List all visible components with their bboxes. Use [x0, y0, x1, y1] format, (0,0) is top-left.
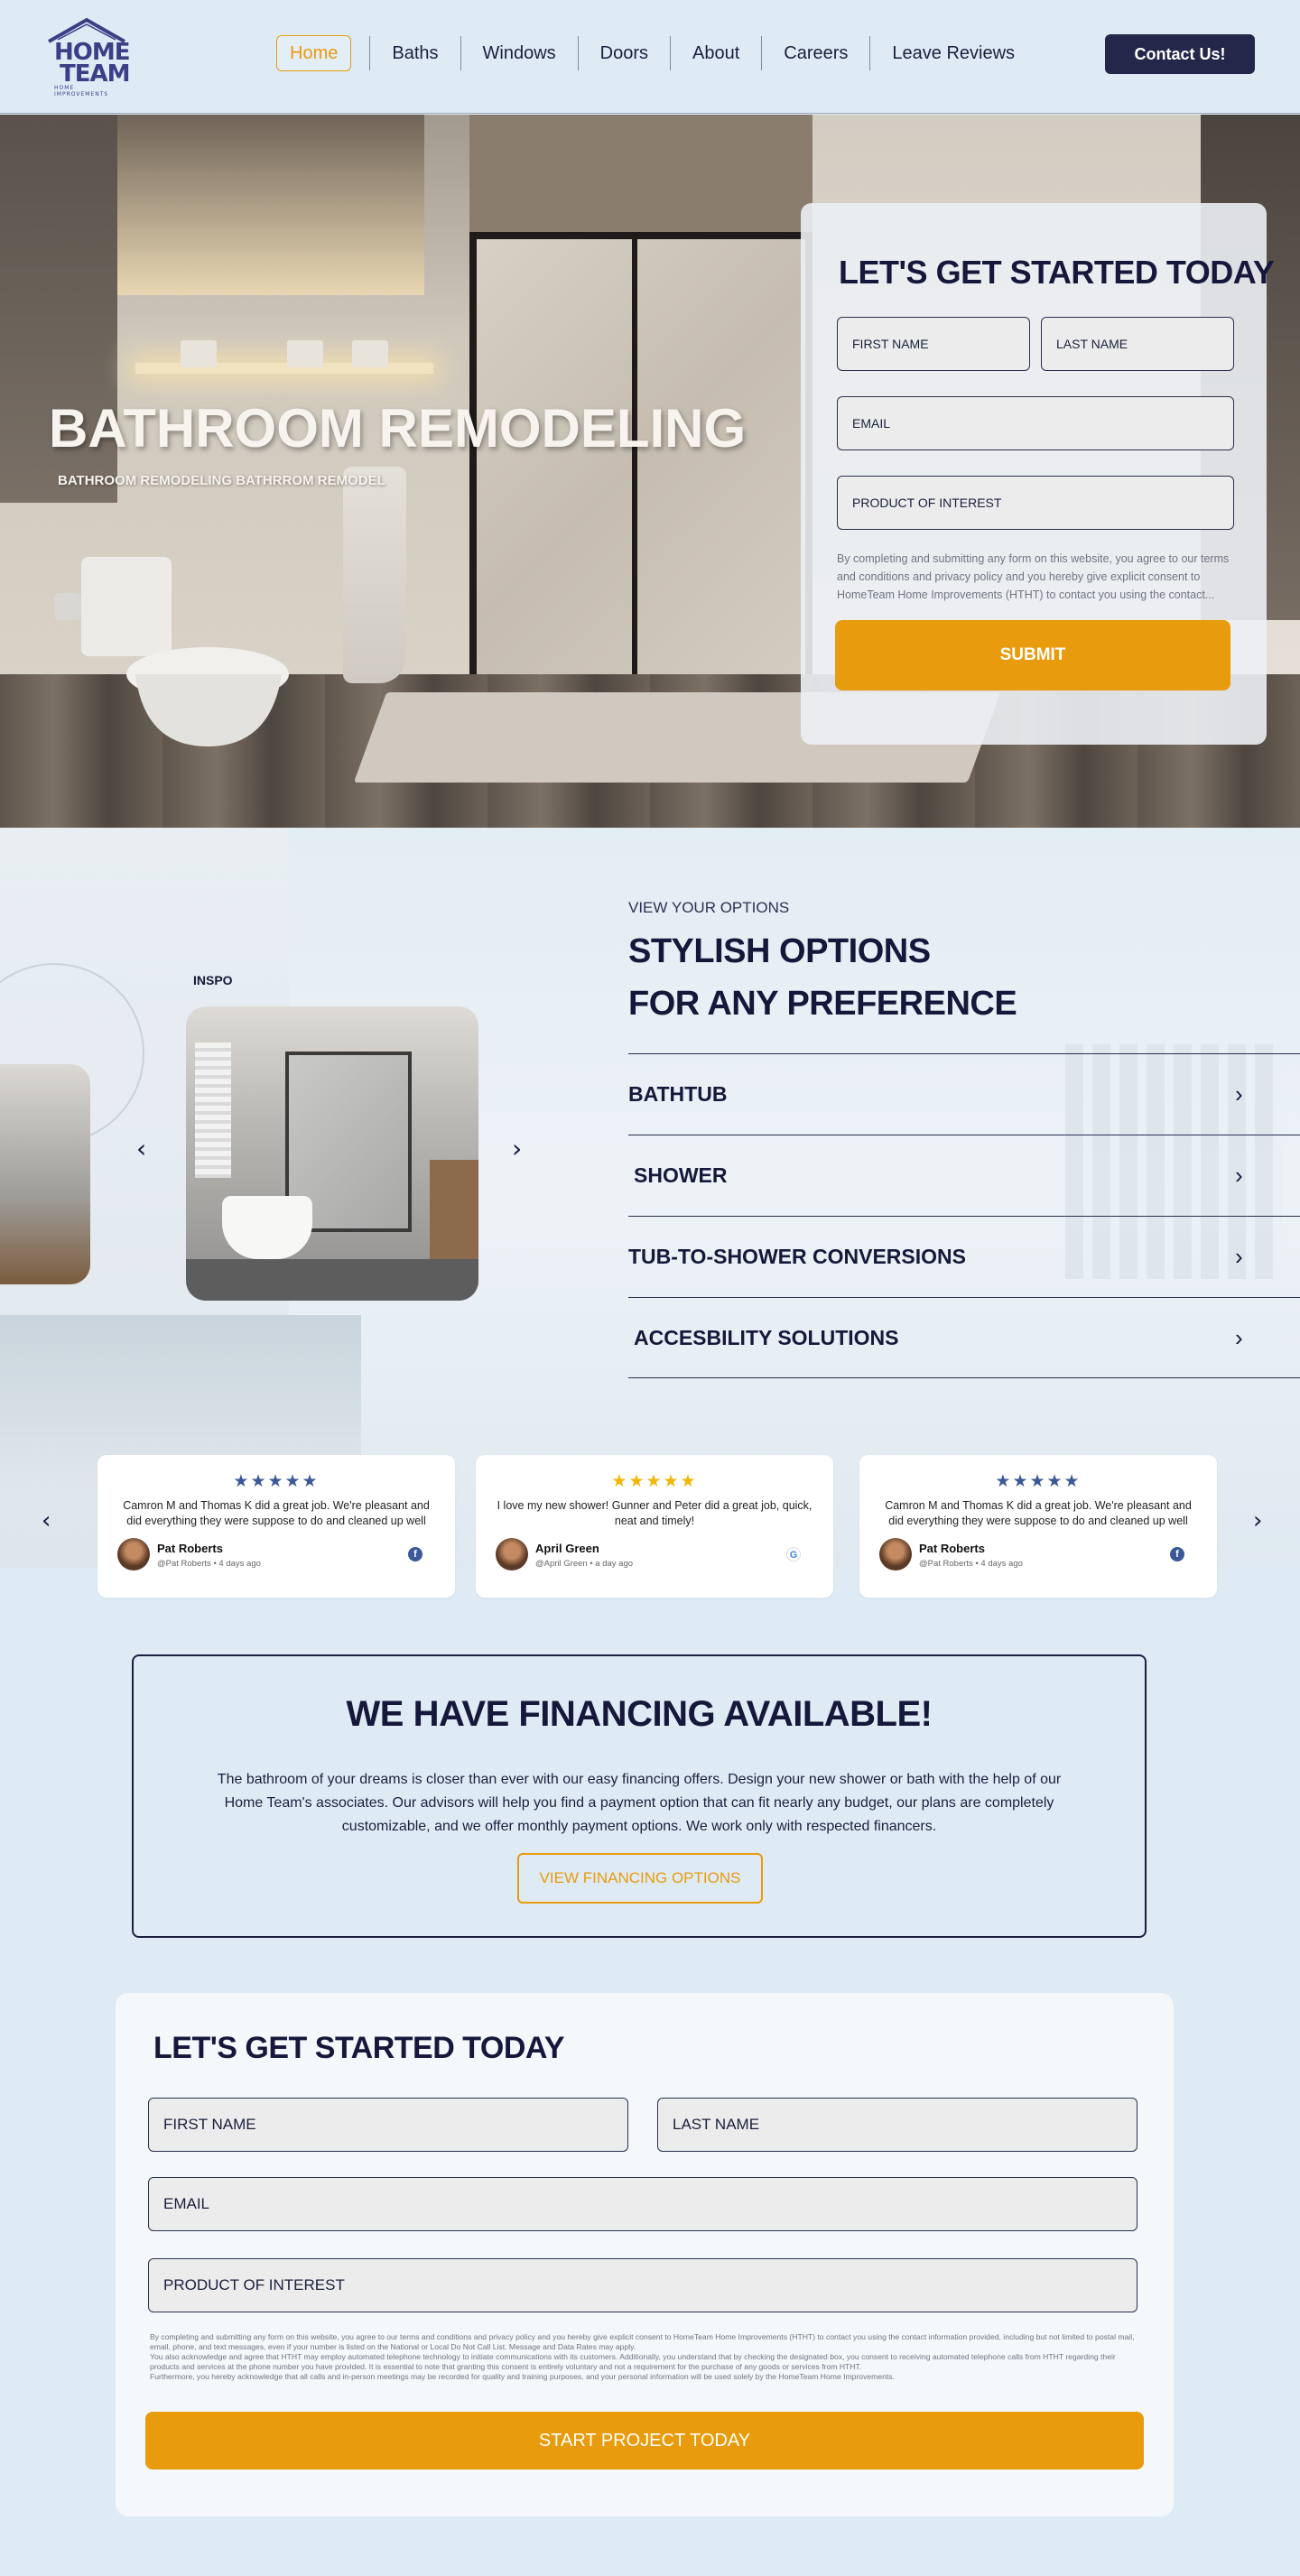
- review-text: Camron M and Thomas K did a great job. W…: [885, 1499, 1192, 1527]
- nav-item-about[interactable]: About: [671, 36, 763, 70]
- options-title-line2: FOR ANY PREFERENCE: [628, 985, 1017, 1023]
- options-title: STYLISH OPTIONS FOR ANY PREFERENCE: [628, 925, 1017, 1030]
- email-field[interactable]: EMAIL: [837, 396, 1234, 450]
- hero-form-heading: LET'S GET STARTED TODAY: [839, 254, 1275, 291]
- google-icon[interactable]: G: [786, 1547, 801, 1561]
- nav-item-baths[interactable]: Baths: [369, 36, 461, 70]
- email-field[interactable]: EMAIL: [148, 2177, 1138, 2231]
- first-name-field[interactable]: FIRST NAME: [148, 2098, 628, 2152]
- review-meta: @Pat Roberts • 4 days ago: [919, 1559, 1023, 1569]
- site-header: HOME TEAM HOME IMPROVEMENTS Home Baths W…: [0, 0, 1300, 114]
- nav-item-home[interactable]: Home: [276, 35, 352, 71]
- last-name-field[interactable]: LAST NAME: [1041, 317, 1234, 371]
- options-title-line1: STYLISH OPTIONS: [628, 932, 931, 970]
- nav-item-careers[interactable]: Careers: [762, 36, 871, 70]
- review-card: ★★★★★ Camron M and Thomas K did a great …: [98, 1455, 455, 1598]
- star-rating: ★★★★★: [233, 1471, 320, 1491]
- chevron-right-icon: ›: [1235, 1323, 1243, 1351]
- chevron-right-icon[interactable]: ›: [1253, 1507, 1262, 1534]
- options-list: BATHTUB › SHOWER › TUB-TO-SHOWER CONVERS…: [628, 1053, 1300, 1378]
- facebook-icon[interactable]: f: [408, 1547, 422, 1561]
- option-shower[interactable]: SHOWER ›: [628, 1135, 1300, 1216]
- review-text: Camron M and Thomas K did a great job. W…: [123, 1499, 430, 1527]
- product-of-interest-field[interactable]: PRODUCT OF INTEREST: [148, 2258, 1138, 2312]
- avatar: [117, 1538, 150, 1571]
- reviewer-name: Pat Roberts: [919, 1542, 985, 1555]
- reviewer-name: April Green: [535, 1542, 599, 1555]
- facebook-icon[interactable]: f: [1170, 1547, 1184, 1561]
- bottom-lead-form: LET'S GET STARTED TODAY FIRST NAME LAST …: [116, 1993, 1174, 2516]
- nav-item-doors[interactable]: Doors: [579, 36, 672, 70]
- hero-lead-form: LET'S GET STARTED TODAY FIRST NAME LAST …: [801, 203, 1275, 745]
- review-card: ★★★★★ I love my new shower! Gunner and P…: [476, 1455, 833, 1598]
- logo[interactable]: HOME TEAM HOME IMPROVEMENTS: [45, 16, 130, 97]
- disclaimer-paragraph: By completing and submitting any form on…: [150, 2332, 1135, 2351]
- option-tub-to-shower[interactable]: TUB-TO-SHOWER CONVERSIONS ›: [628, 1216, 1300, 1297]
- inspo-card-main[interactable]: [186, 1006, 478, 1301]
- hero-title: BATHROOM REMODELING: [49, 398, 747, 459]
- option-label: BATHTUB: [628, 1082, 728, 1106]
- start-project-button[interactable]: START PROJECT TODAY: [145, 2412, 1144, 2469]
- bottom-form-disclaimer: By completing and submitting any form on…: [150, 2332, 1143, 2382]
- logo-text-team: TEAM: [60, 60, 130, 88]
- reviews-carousel: ‹ › ★★★★★ Camron M and Thomas K did a gr…: [0, 1455, 1300, 1599]
- submit-button[interactable]: SUBMIT: [835, 620, 1230, 690]
- chevron-right-icon: ›: [1235, 1243, 1243, 1270]
- option-label: TUB-TO-SHOWER CONVERSIONS: [628, 1245, 966, 1268]
- chevron-right-icon: ›: [1235, 1162, 1243, 1189]
- disclaimer-paragraph: You also acknowledge and agree that HTHT…: [150, 2352, 1116, 2371]
- contact-us-button[interactable]: Contact Us!: [1105, 34, 1255, 74]
- reviewer-name: Pat Roberts: [157, 1542, 223, 1555]
- hero-subtitle: BATHROOM REMODELING BATHRROM REMODEL: [58, 473, 385, 488]
- view-financing-button[interactable]: VIEW FINANCING OPTIONS: [517, 1853, 763, 1904]
- chevron-left-icon[interactable]: ‹: [136, 1134, 146, 1163]
- option-label: ACCESBILITY SOLUTIONS: [634, 1325, 899, 1349]
- disclaimer-paragraph: Furthermore, you hereby acknowledge that…: [150, 2372, 895, 2381]
- option-bathtub[interactable]: BATHTUB ›: [628, 1053, 1300, 1135]
- financing-section: WE HAVE FINANCING AVAILABLE! The bathroo…: [132, 1654, 1147, 1938]
- logo-tagline: HOME IMPROVEMENTS: [54, 85, 109, 97]
- hero-section: BATHROOM REMODELING BATHROOM REMODELING …: [0, 115, 1300, 828]
- first-name-field[interactable]: FIRST NAME: [837, 317, 1030, 371]
- bottom-form-heading: LET'S GET STARTED TODAY: [153, 2031, 565, 2065]
- review-text: I love my new shower! Gunner and Peter d…: [497, 1499, 812, 1527]
- product-of-interest-field[interactable]: PRODUCT OF INTEREST: [837, 476, 1234, 530]
- review-card: ★★★★★ Camron M and Thomas K did a great …: [859, 1455, 1217, 1598]
- avatar: [496, 1538, 528, 1571]
- options-eyebrow: VIEW YOUR OPTIONS: [628, 899, 790, 916]
- financing-heading: WE HAVE FINANCING AVAILABLE!: [346, 1694, 933, 1734]
- star-rating: ★★★★★: [995, 1471, 1082, 1491]
- star-rating: ★★★★★: [611, 1471, 698, 1491]
- financing-body: The bathroom of your dreams is closer th…: [217, 1772, 1062, 1834]
- nav-item-windows[interactable]: Windows: [461, 36, 579, 70]
- hero-form-disclaimer: By completing and submitting any form on…: [837, 552, 1230, 601]
- inspo-card-previous[interactable]: [0, 1064, 90, 1284]
- chevron-right-icon: ›: [1235, 1080, 1243, 1107]
- avatar: [879, 1538, 912, 1571]
- main-nav: Home Baths Windows Doors About Careers L…: [276, 34, 1036, 72]
- review-meta: @April Green • a day ago: [535, 1559, 634, 1569]
- chevron-right-icon[interactable]: ›: [512, 1134, 522, 1163]
- last-name-field[interactable]: LAST NAME: [657, 2098, 1138, 2152]
- option-label: SHOWER: [634, 1163, 728, 1187]
- chevron-left-icon[interactable]: ‹: [42, 1507, 51, 1534]
- nav-item-leave-reviews[interactable]: Leave Reviews: [870, 36, 1036, 70]
- option-accessibility[interactable]: ACCESBILITY SOLUTIONS ›: [628, 1297, 1300, 1378]
- page: HOME TEAM HOME IMPROVEMENTS Home Baths W…: [0, 0, 1300, 2576]
- review-meta: @Pat Roberts • 4 days ago: [157, 1559, 261, 1569]
- inspo-label: INSPO: [193, 973, 233, 987]
